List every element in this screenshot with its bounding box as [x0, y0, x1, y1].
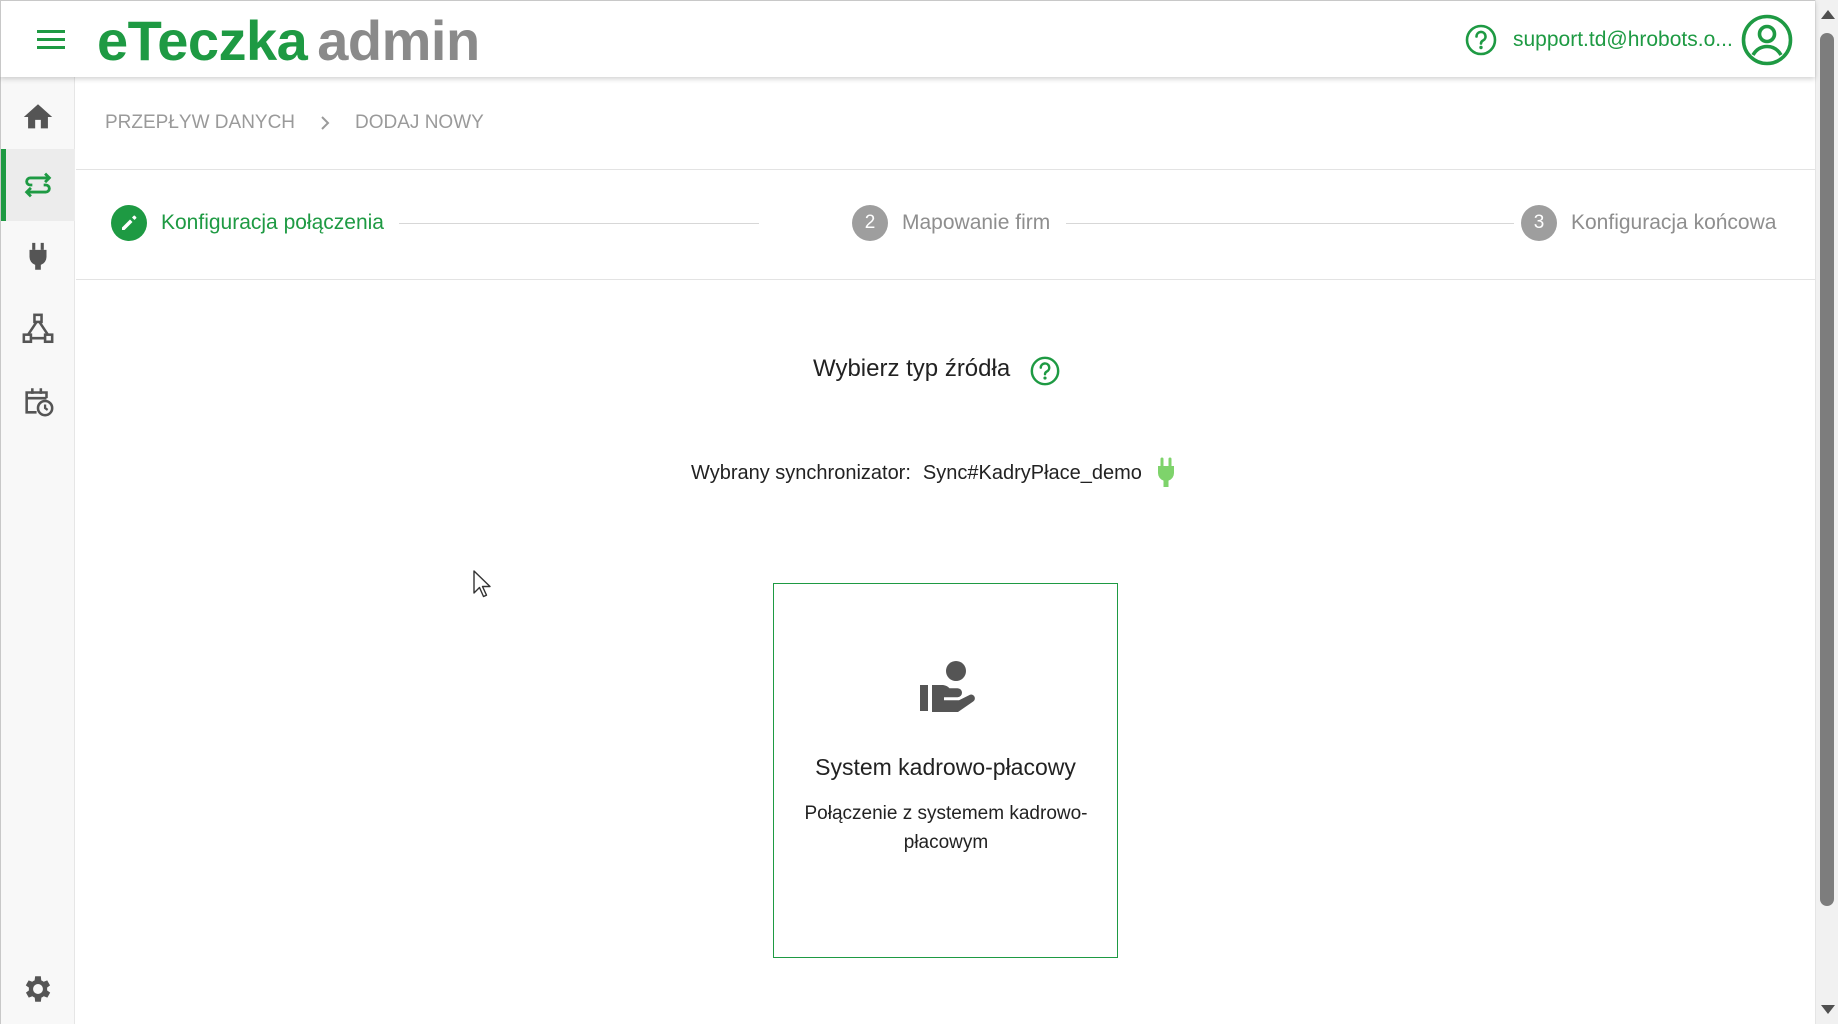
source-card-hr-payroll[interactable]: System kadrowo-płacowy Połączenie z syst… [773, 583, 1118, 958]
step-connection-config[interactable]: Konfiguracja połączenia [111, 205, 384, 241]
sidebar-item-structure[interactable] [1, 293, 75, 365]
step-2-number: 2 [852, 205, 888, 241]
card-description: Połączenie z systemem kadrowo-płacowym [804, 803, 1088, 853]
scroll-down-arrow-icon[interactable] [1821, 1005, 1835, 1014]
step-3-number: 3 [1521, 205, 1557, 241]
top-bar: eTeczka admin support.td@hrobots.o... [0, 0, 1815, 77]
mouse-cursor-icon [473, 570, 491, 598]
page-scrollbar[interactable] [1815, 0, 1838, 1024]
sidebar-item-connectors[interactable] [1, 221, 75, 293]
network-triangle-icon [22, 313, 54, 344]
sidebar-item-settings[interactable] [1, 953, 75, 1024]
chevron-right-icon [321, 116, 330, 130]
logo-suffix: admin [317, 9, 480, 72]
step-3-label: Konfiguracja końcowa [1571, 211, 1777, 234]
scroll-thumb[interactable] [1820, 33, 1834, 906]
step-final-config[interactable]: 3 Konfiguracja końcowa [1521, 205, 1776, 241]
breadcrumb-data-flow[interactable]: PRZEPŁYW DANYCH [105, 112, 295, 134]
step-1-label: Konfiguracja połączenia [161, 211, 384, 234]
plug-status-icon [1157, 457, 1174, 487]
home-icon [23, 104, 53, 129]
step-connector-line [1066, 223, 1514, 224]
scroll-up-arrow-icon[interactable] [1821, 10, 1835, 19]
menu-icon[interactable] [31, 23, 71, 57]
step-company-mapping[interactable]: 2 Mapowanie firm [852, 205, 1050, 241]
sync-label: Wybrany synchronizator: [691, 461, 911, 484]
sidebar-item-schedule[interactable] [1, 365, 75, 437]
sidebar [0, 77, 75, 1024]
app-logo[interactable]: eTeczka admin [97, 9, 480, 73]
divider [76, 279, 1815, 280]
help-icon[interactable] [1464, 23, 1498, 57]
sync-name: Sync#KadryPłace_demo [922, 461, 1142, 484]
logo-brand: eTeczka [97, 9, 308, 72]
step-connector-line [399, 223, 759, 224]
swap-arrows-icon [24, 172, 52, 198]
card-title: System kadrowo-płacowy [815, 754, 1076, 780]
sidebar-item-data-flow[interactable] [1, 149, 75, 221]
source-type-title: Wybierz typ źródła [813, 355, 1011, 382]
help-icon[interactable] [1029, 355, 1061, 387]
account-avatar-icon[interactable] [1740, 13, 1794, 67]
gear-icon [25, 976, 51, 1002]
breadcrumb: PRZEPŁYW DANYCH DODAJ NOWY [105, 112, 484, 134]
plug-icon [29, 242, 47, 270]
breadcrumb-add-new[interactable]: DODAJ NOWY [355, 112, 484, 134]
user-email-link[interactable]: support.td@hrobots.o... [1513, 28, 1733, 52]
stepper: Konfiguracja połączenia 2 Mapowanie firm… [76, 170, 1815, 280]
sidebar-item-home[interactable] [1, 81, 75, 153]
step-2-label: Mapowanie firm [902, 211, 1051, 234]
selected-synchronizer: Wybrany synchronizator: Sync#KadryPłace_… [691, 457, 1178, 489]
hand-person-icon [920, 661, 975, 712]
calendar-clock-icon [25, 388, 54, 417]
edit-pencil-icon [111, 205, 147, 241]
